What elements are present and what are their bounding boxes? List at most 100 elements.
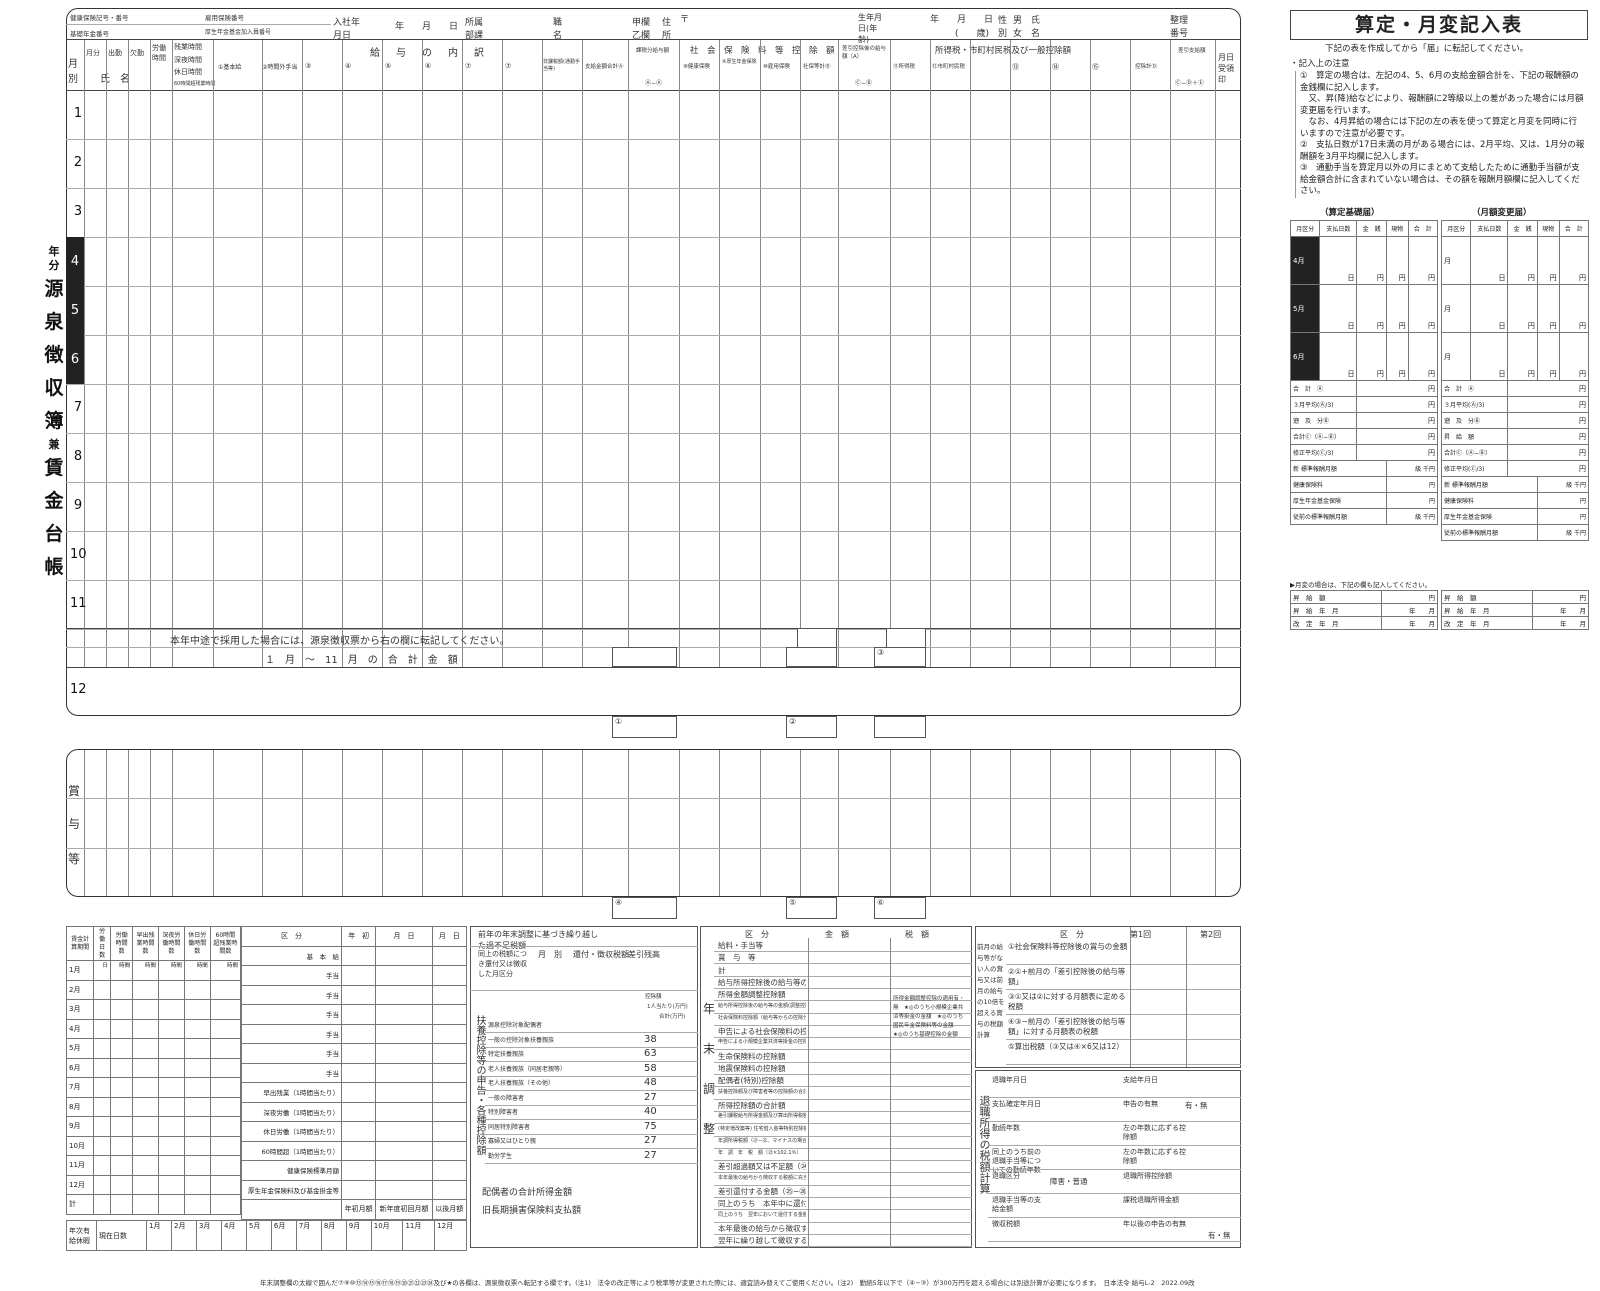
calc-value-cell[interactable] [157, 1096, 185, 1117]
calc-value-cell[interactable] [110, 1116, 134, 1137]
paid-leave-month[interactable]: 5月 [245, 1220, 272, 1251]
paid-leave-month[interactable]: 6月 [270, 1220, 297, 1251]
santei-days-cell[interactable]: 日 [1470, 284, 1509, 333]
calc-value-cell[interactable] [157, 1018, 185, 1039]
raise-value[interactable]: 円 [1532, 590, 1589, 604]
santei-amount-cell[interactable]: 円 [1385, 236, 1409, 285]
calc-value-cell[interactable] [93, 1116, 112, 1137]
calc-value-cell[interactable] [209, 1038, 242, 1059]
paid-leave-month[interactable]: 8月 [320, 1220, 347, 1251]
santei-row-value[interactable]: 円 [1356, 396, 1438, 413]
calc-value-cell[interactable] [209, 1135, 242, 1156]
calc-value-cell[interactable] [157, 999, 185, 1020]
base-value-cell[interactable] [431, 1160, 468, 1181]
calc-value-cell[interactable] [183, 999, 211, 1020]
calc-value-cell[interactable] [209, 1077, 242, 1098]
santei-extra-value[interactable]: 円 [1385, 476, 1439, 493]
base-value-cell[interactable] [431, 965, 468, 986]
base-value-cell[interactable] [431, 1101, 468, 1122]
calc-value-cell[interactable] [110, 1018, 134, 1039]
santei-amount-cell[interactable]: 円 [1385, 332, 1409, 381]
calc-value-cell[interactable] [132, 1057, 159, 1078]
paid-leave-month[interactable]: 12月 [434, 1220, 467, 1251]
raise-value[interactable]: 年 月 [1381, 603, 1438, 617]
santei-amount-cell[interactable]: 円 [1356, 284, 1387, 333]
santei-row-value[interactable]: 円 [1356, 428, 1438, 445]
calc-value-cell[interactable] [183, 1155, 211, 1176]
base-value-cell[interactable] [375, 1140, 433, 1161]
calc-value-cell[interactable] [157, 1116, 185, 1137]
calc-value-cell[interactable] [209, 1018, 242, 1039]
santei-row-value[interactable]: 円 [1507, 460, 1589, 477]
calc-value-cell[interactable]: 時間 [157, 960, 185, 981]
calc-value-cell[interactable] [93, 1057, 112, 1078]
calc-value-cell[interactable] [110, 1096, 134, 1117]
calc-value-cell[interactable] [183, 1038, 211, 1059]
santei-amount-cell[interactable]: 円 [1356, 236, 1387, 285]
base-value-cell[interactable] [340, 1101, 377, 1122]
calc-value-cell[interactable] [93, 979, 112, 1000]
calc-value-cell[interactable] [157, 1194, 185, 1215]
base-value-cell[interactable] [375, 1121, 433, 1142]
base-value-cell[interactable] [375, 1101, 433, 1122]
raise-value[interactable]: 円 [1381, 590, 1438, 604]
calc-value-cell[interactable] [132, 1135, 159, 1156]
base-value-cell[interactable] [340, 1082, 377, 1103]
santei-amount-cell[interactable]: 円 [1536, 332, 1560, 381]
base-value-cell[interactable] [431, 1140, 468, 1161]
base-value-cell[interactable] [340, 1160, 377, 1181]
calc-value-cell[interactable] [93, 1077, 112, 1098]
base-value-cell[interactable] [375, 1043, 433, 1064]
santei-days-cell[interactable]: 日 [1319, 332, 1358, 381]
base-value-cell[interactable] [340, 1004, 377, 1025]
calc-value-cell[interactable] [209, 1194, 242, 1215]
santei-amount-cell[interactable]: 円 [1507, 332, 1538, 381]
santei-days-cell[interactable]: 日 [1319, 236, 1358, 285]
santei-row-value[interactable]: 円 [1356, 412, 1438, 429]
base-value-cell[interactable] [340, 984, 377, 1005]
santei-extra-value[interactable]: 円 [1536, 492, 1590, 509]
santei-amount-cell[interactable]: 円 [1507, 236, 1538, 285]
calc-value-cell[interactable] [132, 1077, 159, 1098]
calc-value-cell[interactable] [110, 999, 134, 1020]
calc-value-cell[interactable] [110, 1194, 134, 1215]
santei-amount-cell[interactable]: 円 [1356, 332, 1387, 381]
calc-value-cell[interactable] [93, 1018, 112, 1039]
calc-value-cell[interactable] [209, 999, 242, 1020]
santei-extra-value[interactable]: 級 千円 [1385, 508, 1439, 525]
santei-amount-cell[interactable]: 円 [1385, 284, 1409, 333]
calc-value-cell[interactable] [93, 1194, 112, 1215]
calc-value-cell[interactable] [209, 1174, 242, 1195]
calc-value-cell[interactable] [110, 979, 134, 1000]
base-value-cell[interactable] [431, 1023, 468, 1044]
calc-value-cell[interactable] [110, 1038, 134, 1059]
calc-value-cell[interactable] [93, 1096, 112, 1117]
base-value-cell[interactable] [431, 1062, 468, 1083]
base-value-cell[interactable] [375, 1160, 433, 1181]
santei-amount-cell[interactable]: 円 [1558, 236, 1590, 285]
base-value-cell[interactable] [431, 1082, 468, 1103]
santei-amount-cell[interactable]: 円 [1407, 284, 1439, 333]
calc-value-cell[interactable] [132, 1116, 159, 1137]
calc-value-cell[interactable] [157, 979, 185, 1000]
calc-value-cell[interactable] [183, 1135, 211, 1156]
paid-leave-month[interactable]: 11月 [402, 1220, 436, 1251]
calc-value-cell[interactable] [183, 1194, 211, 1215]
calc-value-cell[interactable] [157, 1135, 185, 1156]
calc-value-cell[interactable] [132, 999, 159, 1020]
calc-value-cell[interactable]: 日 [93, 960, 112, 981]
base-value-cell[interactable] [340, 1140, 377, 1161]
raise-value[interactable]: 年 月 [1532, 603, 1589, 617]
calc-value-cell[interactable] [110, 1057, 134, 1078]
calc-value-cell[interactable]: 時間 [110, 960, 134, 981]
base-value-cell[interactable] [431, 945, 468, 966]
calc-value-cell[interactable] [93, 1174, 112, 1195]
santei-extra-value[interactable]: 級 千円 [1536, 524, 1590, 541]
calc-value-cell[interactable] [183, 1057, 211, 1078]
calc-value-cell[interactable] [209, 1116, 242, 1137]
calc-value-cell[interactable] [183, 1116, 211, 1137]
calc-value-cell[interactable] [132, 1096, 159, 1117]
calc-value-cell[interactable] [132, 979, 159, 1000]
santei-amount-cell[interactable]: 円 [1407, 236, 1439, 285]
santei-days-cell[interactable]: 日 [1470, 332, 1509, 381]
